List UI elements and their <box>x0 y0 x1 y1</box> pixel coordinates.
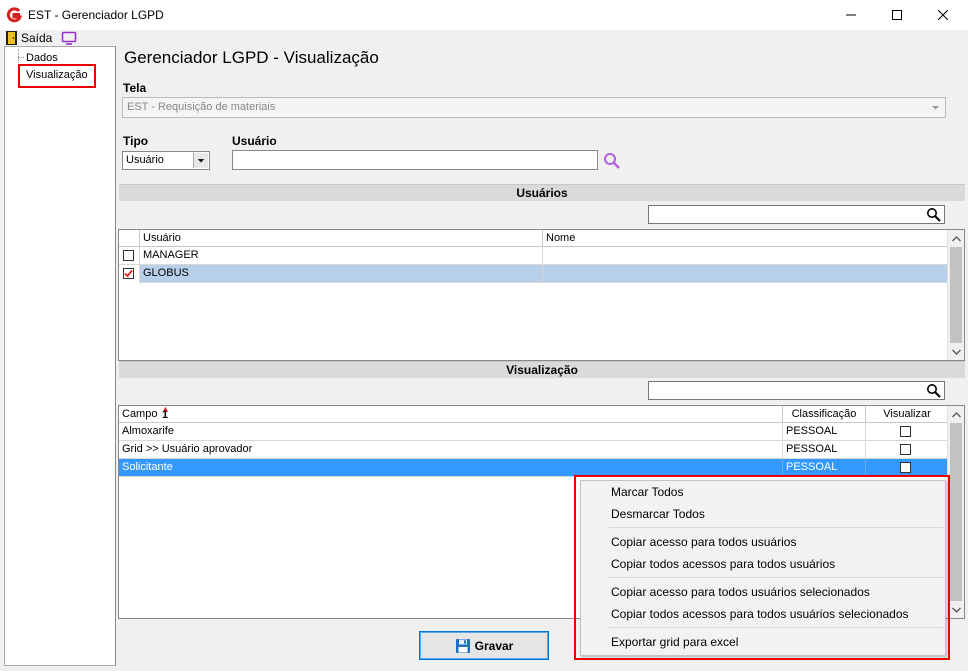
menu-separator <box>609 527 943 528</box>
visualizar-cell <box>866 441 948 459</box>
nome-cell <box>543 247 948 265</box>
tipo-label: Tipo <box>123 134 149 148</box>
menu-item-copiar-acesso-selecionados[interactable]: Copiar acesso para todos usuários seleci… <box>581 581 945 603</box>
table-row[interactable]: Grid >> Usuário aprovador PESSOAL <box>119 441 948 459</box>
grid-header: Usuário Nome <box>119 230 948 247</box>
scroll-down-icon[interactable] <box>948 601 964 618</box>
tree-item-label: Visualização <box>26 69 88 81</box>
vertical-scrollbar[interactable] <box>947 230 964 360</box>
globus-g-icon <box>6 7 22 23</box>
close-icon <box>938 10 948 20</box>
exit-door-icon <box>6 31 17 45</box>
scroll-down-icon[interactable] <box>948 343 964 360</box>
navigation-tree: Dados Visualização <box>4 46 116 666</box>
nome-cell <box>543 265 948 283</box>
minimize-button[interactable] <box>828 0 874 30</box>
maximize-icon <box>892 10 902 20</box>
menu-bar: Saída <box>0 30 968 46</box>
menu-item-copiar-todos-acessos-selecionados[interactable]: Copiar todos acessos para todos usuários… <box>581 603 945 625</box>
page-title: Gerenciador LGPD - Visualização <box>124 48 379 67</box>
scroll-up-icon[interactable] <box>948 230 964 247</box>
row-checkbox-cell <box>119 247 140 265</box>
tipo-value: Usuário <box>126 154 164 166</box>
table-row[interactable]: MANAGER <box>119 247 948 265</box>
floppy-disk-icon <box>455 638 470 653</box>
table-row[interactable]: GLOBUS <box>119 265 948 283</box>
chevron-down-icon <box>193 153 208 168</box>
scroll-thumb[interactable] <box>950 247 962 343</box>
campo-header-label: Campo <box>122 408 158 420</box>
menu-separator <box>609 577 943 578</box>
tela-label: Tela <box>123 81 147 95</box>
table-row[interactable]: Almoxarife PESSOAL <box>119 423 948 441</box>
usuarios-filter-input[interactable] <box>648 205 945 224</box>
grid-header-cell <box>119 230 140 247</box>
minimize-icon <box>846 14 856 16</box>
usuario-cell: GLOBUS <box>140 265 543 283</box>
classificacao-cell: PESSOAL <box>783 441 866 459</box>
menu-item-marcar-todos[interactable]: Marcar Todos <box>581 481 945 503</box>
gravar-label: Gravar <box>474 638 514 653</box>
visualizacao-section-header: Visualização <box>119 361 965 378</box>
visualizacao-filter-input[interactable] <box>648 381 945 400</box>
menu-item-exportar-excel[interactable]: Exportar grid para excel <box>581 631 945 653</box>
usuario-cell: MANAGER <box>140 247 543 265</box>
column-header-nome[interactable]: Nome <box>543 230 948 247</box>
tree-line <box>18 57 24 58</box>
usuario-label: Usuário <box>232 134 277 148</box>
title-bar: EST - Gerenciador LGPD <box>0 0 968 30</box>
visualizar-checkbox[interactable] <box>900 444 911 455</box>
window-title: EST - Gerenciador LGPD <box>28 8 164 22</box>
campo-cell: Grid >> Usuário aprovador <box>119 441 783 459</box>
gravar-button[interactable]: Gravar <box>419 631 549 660</box>
saida-menu-item[interactable]: Saída <box>21 31 52 45</box>
sort-order-number: 1 <box>162 409 169 421</box>
menu-item-desmarcar-todos[interactable]: Desmarcar Todos <box>581 503 945 525</box>
usuarios-grid: Usuário Nome MANAGER GLOBUS <box>118 229 965 361</box>
tela-select[interactable]: EST - Requisição de materiais <box>122 97 946 118</box>
scroll-up-icon[interactable] <box>948 406 964 423</box>
tree-item-visualizacao[interactable]: Visualização <box>18 64 96 88</box>
column-header-campo[interactable]: Campo ▲ 1 <box>119 406 783 423</box>
row-checkbox-checked[interactable] <box>123 268 134 279</box>
chevron-down-icon <box>932 106 939 110</box>
tree-item-dados[interactable]: Dados <box>26 52 58 64</box>
menu-item-copiar-acesso-todos[interactable]: Copiar acesso para todos usuários <box>581 531 945 553</box>
column-header-usuario[interactable]: Usuário <box>140 230 543 247</box>
maximize-button[interactable] <box>874 0 920 30</box>
grid-header: Campo ▲ 1 Classificação Visualizar <box>119 406 948 423</box>
checkmark-icon <box>124 269 133 278</box>
visualizar-checkbox[interactable] <box>900 426 911 437</box>
visualizar-cell <box>866 423 948 441</box>
monitor-icon[interactable] <box>61 31 77 45</box>
search-icon[interactable] <box>603 152 621 170</box>
campo-cell: Almoxarife <box>119 423 783 441</box>
usuarios-section-header: Usuários <box>119 184 965 201</box>
row-checkbox[interactable] <box>123 250 134 261</box>
usuario-input[interactable] <box>232 150 598 170</box>
menu-separator <box>609 627 943 628</box>
column-header-visualizar[interactable]: Visualizar <box>866 406 948 423</box>
search-icon[interactable] <box>926 383 941 398</box>
tela-value: EST - Requisição de materiais <box>127 101 276 113</box>
menu-item-copiar-todos-acessos-todos[interactable]: Copiar todos acessos para todos usuários <box>581 553 945 575</box>
scroll-thumb[interactable] <box>950 423 962 601</box>
tipo-select[interactable]: Usuário <box>122 151 210 170</box>
column-header-classificacao[interactable]: Classificação <box>783 406 866 423</box>
context-menu: Marcar Todos Desmarcar Todos Copiar aces… <box>580 480 946 656</box>
close-button[interactable] <box>920 0 966 30</box>
row-checkbox-cell <box>119 265 140 283</box>
visualizar-checkbox[interactable] <box>900 462 911 473</box>
search-icon[interactable] <box>926 207 941 222</box>
classificacao-cell: PESSOAL <box>783 423 866 441</box>
